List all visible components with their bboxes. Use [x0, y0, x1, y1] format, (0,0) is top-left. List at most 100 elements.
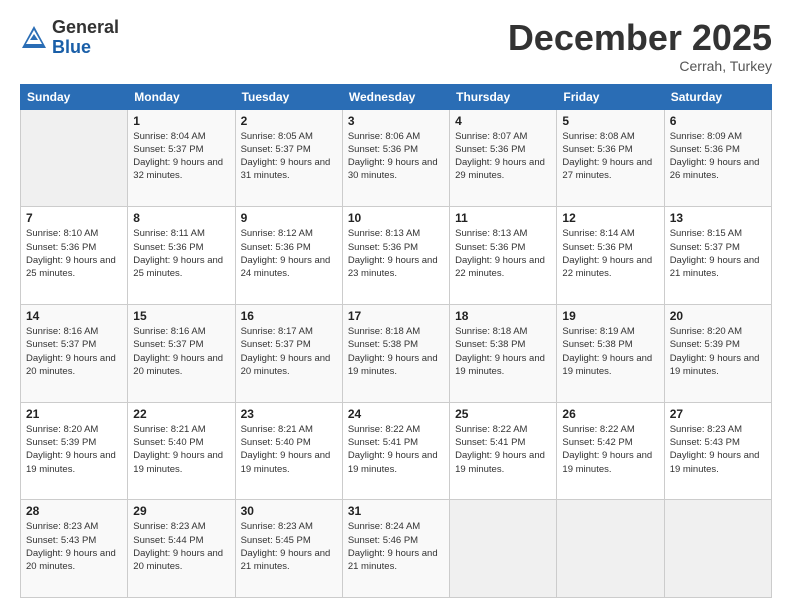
day-info: Sunrise: 8:18 AMSunset: 5:38 PMDaylight:…	[455, 325, 551, 378]
day-info: Sunrise: 8:15 AMSunset: 5:37 PMDaylight:…	[670, 227, 766, 280]
day-number: 17	[348, 309, 444, 323]
day-info: Sunrise: 8:18 AMSunset: 5:38 PMDaylight:…	[348, 325, 444, 378]
cell-w3-d0: 21Sunrise: 8:20 AMSunset: 5:39 PMDayligh…	[21, 402, 128, 500]
day-info: Sunrise: 8:12 AMSunset: 5:36 PMDaylight:…	[241, 227, 337, 280]
day-number: 12	[562, 211, 658, 225]
header-friday: Friday	[557, 84, 664, 109]
day-number: 3	[348, 114, 444, 128]
month-title: December 2025	[508, 18, 772, 58]
day-info: Sunrise: 8:23 AMSunset: 5:45 PMDaylight:…	[241, 520, 337, 573]
cell-w1-d5: 12 Sunrise: 8:14 AMSunset: 5:36 PMDayligh…	[557, 207, 664, 305]
daylight-text: Daylight: 9 hours and 25 minutes.	[26, 255, 116, 279]
sunset-text: Sunset: 5:36 PM	[562, 242, 632, 253]
daylight-text: Daylight: 9 hours and 19 minutes.	[455, 450, 545, 474]
calendar-table: Sunday Monday Tuesday Wednesday Thursday…	[20, 84, 772, 598]
sunrise-text: Sunrise: 8:09 AM	[670, 131, 742, 142]
daylight-text: Daylight: 9 hours and 20 minutes.	[26, 353, 116, 377]
cell-w2-d2: 16Sunrise: 8:17 AMSunset: 5:37 PMDayligh…	[235, 304, 342, 402]
sunset-text: Sunset: 5:36 PM	[670, 144, 740, 155]
cell-w3-d2: 23Sunrise: 8:21 AMSunset: 5:40 PMDayligh…	[235, 402, 342, 500]
day-info: Sunrise: 8:13 AMSunset: 5:36 PMDaylight:…	[455, 227, 551, 280]
day-info: Sunrise: 8:16 AMSunset: 5:37 PMDaylight:…	[26, 325, 122, 378]
day-number: 8	[133, 211, 229, 225]
daylight-text: Daylight: 9 hours and 22 minutes.	[562, 255, 652, 279]
sunset-text: Sunset: 5:38 PM	[562, 339, 632, 350]
cell-w4-d3: 31Sunrise: 8:24 AMSunset: 5:46 PMDayligh…	[342, 500, 449, 598]
daylight-text: Daylight: 9 hours and 25 minutes.	[133, 255, 223, 279]
cell-w0-d5: 5Sunrise: 8:08 AMSunset: 5:36 PMDaylight…	[557, 109, 664, 207]
day-number: 31	[348, 504, 444, 518]
cell-w3-d5: 26Sunrise: 8:22 AMSunset: 5:42 PMDayligh…	[557, 402, 664, 500]
week-row-3: 21 Sunrise: 8:20 AM Sunset: 5:39 PM Dayligh…	[21, 402, 772, 500]
cell-w4-d5	[557, 500, 664, 598]
daylight-text: Daylight: 9 hours and 19 minutes.	[241, 450, 331, 474]
day-number: 21	[26, 407, 122, 421]
day-info: Sunrise: 8:09 AMSunset: 5:36 PMDaylight:…	[670, 130, 766, 183]
sunrise-text: Sunrise: 8:20 AM	[670, 326, 742, 337]
cell-w2-d6: 20Sunrise: 8:20 AMSunset: 5:39 PMDayligh…	[664, 304, 771, 402]
sunrise-text: Sunrise: 8:10 AM	[26, 228, 98, 239]
day-number: 2	[241, 114, 337, 128]
day-info: Sunrise: 8:16 AMSunset: 5:37 PMDaylight:…	[133, 325, 229, 378]
sunrise-text: Sunrise: 8:24 AM	[348, 521, 420, 532]
day-number: 25	[455, 407, 551, 421]
sunrise-text: Sunrise: 8:23 AM	[26, 521, 98, 532]
cell-w0-d0	[21, 109, 128, 207]
sunset-text: Sunset: 5:37 PM	[241, 339, 311, 350]
logo-text: General Blue	[52, 18, 119, 58]
day-number: 15	[133, 309, 229, 323]
cell-w4-d2: 30Sunrise: 8:23 AMSunset: 5:45 PMDayligh…	[235, 500, 342, 598]
day-number: 7	[26, 211, 122, 225]
cell-w1-d6: 13Sunrise: 8:15 AMSunset: 5:37 PMDayligh…	[664, 207, 771, 305]
day-number: 11	[455, 211, 551, 225]
daylight-text: Daylight: 9 hours and 20 minutes.	[133, 548, 223, 572]
header-saturday: Saturday	[664, 84, 771, 109]
sunset-text: Sunset: 5:38 PM	[348, 339, 418, 350]
cell-w2-d0: 14Sunrise: 8:16 AMSunset: 5:37 PMDayligh…	[21, 304, 128, 402]
sunrise-text: Sunrise: 8:13 AM	[348, 228, 420, 239]
sunrise-text: Sunrise: 8:21 AM	[133, 424, 205, 435]
sunset-text: Sunset: 5:37 PM	[26, 339, 96, 350]
sunrise-text: Sunrise: 8:22 AM	[455, 424, 527, 435]
cell-w1-d2: 9Sunrise: 8:12 AMSunset: 5:36 PMDaylight…	[235, 207, 342, 305]
sunset-text: Sunset: 5:36 PM	[348, 144, 418, 155]
sunrise-text: Sunrise: 8:20 AM	[26, 424, 98, 435]
day-info: Sunrise: 8:14 AMSunset: 5:36 PMDaylight:…	[562, 227, 658, 280]
sunset-text: Sunset: 5:37 PM	[133, 144, 203, 155]
logo-icon	[20, 24, 48, 52]
day-info: Sunrise: 8:23 AMSunset: 5:43 PMDaylight:…	[670, 423, 766, 476]
sunrise-text: Sunrise: 8:23 AM	[133, 521, 205, 532]
daylight-text: Daylight: 9 hours and 32 minutes.	[133, 157, 223, 181]
sunset-text: Sunset: 5:36 PM	[26, 242, 96, 253]
logo: General Blue	[20, 18, 119, 58]
sunrise-text: Sunrise: 8:04 AM	[133, 131, 205, 142]
daylight-text: Daylight: 9 hours and 20 minutes.	[241, 353, 331, 377]
week-row-4: 28Sunrise: 8:23 AMSunset: 5:43 PMDayligh…	[21, 500, 772, 598]
sunrise-text: Sunrise: 8:12 AM	[241, 228, 313, 239]
cell-w1-d4: 11 Sunrise: 8:13 AMSunset: 5:36 PMDayligh…	[450, 207, 557, 305]
day-number: 10	[348, 211, 444, 225]
sunset-text: Sunset: 5:40 PM	[241, 437, 311, 448]
sunrise-text: Sunrise: 8:08 AM	[562, 131, 634, 142]
daylight-text: Daylight: 9 hours and 20 minutes.	[26, 548, 116, 572]
sunrise-text: Sunrise: 8:17 AM	[241, 326, 313, 337]
daylight-text: Daylight: 9 hours and 19 minutes.	[670, 353, 760, 377]
week-row-2: 14Sunrise: 8:16 AMSunset: 5:37 PMDayligh…	[21, 304, 772, 402]
week-row-0: 1 Sunrise: 8:04 AM Sunset: 5:37 PM Daylight…	[21, 109, 772, 207]
sunset-text: Sunset: 5:39 PM	[26, 437, 96, 448]
sunrise-text: Sunrise: 8:05 AM	[241, 131, 313, 142]
sunset-text: Sunset: 5:42 PM	[562, 437, 632, 448]
cell-w0-d6: 6Sunrise: 8:09 AMSunset: 5:36 PMDaylight…	[664, 109, 771, 207]
sunset-text: Sunset: 5:43 PM	[670, 437, 740, 448]
daylight-text: Daylight: 9 hours and 19 minutes.	[562, 450, 652, 474]
day-info: Sunrise: 8:20 AMSunset: 5:39 PMDaylight:…	[670, 325, 766, 378]
day-info: Sunrise: 8:23 AM Sunset: 5:43 PM Daylight:…	[26, 520, 122, 573]
day-number: 5	[562, 114, 658, 128]
sunset-text: Sunset: 5:43 PM	[26, 535, 96, 546]
daylight-text: Daylight: 9 hours and 30 minutes.	[348, 157, 438, 181]
day-info: Sunrise: 8:20 AMSunset: 5:39 PMDaylight:…	[26, 423, 122, 476]
sunrise-text: Sunrise: 8:16 AM	[133, 326, 205, 337]
cell-w4-d1: 29Sunrise: 8:23 AMSunset: 5:44 PMDayligh…	[128, 500, 235, 598]
logo-general: General	[52, 18, 119, 38]
day-number: 1	[133, 114, 229, 128]
